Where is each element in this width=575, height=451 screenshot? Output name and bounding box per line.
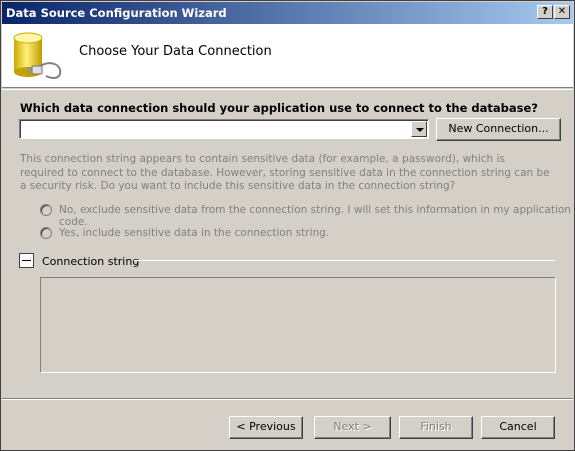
- wizard-header: Choose Your Data Connection: [2, 24, 573, 88]
- chevron-down-icon: [416, 128, 424, 132]
- footer-divider: [2, 398, 573, 400]
- include-sensitive-label: Yes, include sensitive data in the conne…: [59, 227, 330, 239]
- connection-string-label: Connection string: [42, 255, 140, 268]
- window-title: Data Source Configuration Wizard: [6, 6, 227, 20]
- cancel-button-label: Cancel: [499, 420, 537, 433]
- help-button[interactable]: ?: [537, 5, 553, 19]
- minus-icon: [22, 260, 31, 261]
- database-connection-icon: [13, 32, 62, 79]
- cancel-button[interactable]: Cancel: [481, 416, 555, 439]
- title-bar[interactable]: Data Source Configuration Wizard ? ✕: [2, 2, 573, 24]
- wizard-window: Data Source Configuration Wizard ? ✕ Cho…: [0, 0, 575, 451]
- previous-button-label: < Previous: [236, 420, 296, 433]
- next-button[interactable]: Next >: [314, 416, 391, 439]
- collapse-connection-string-button[interactable]: [19, 253, 34, 268]
- connection-string-textbox[interactable]: [40, 277, 556, 373]
- include-sensitive-radio[interactable]: [40, 227, 52, 239]
- data-connection-combobox[interactable]: [19, 119, 429, 139]
- next-button-label: Next >: [333, 420, 372, 433]
- sensitive-data-description: This connection string appears to contai…: [20, 153, 550, 192]
- combobox-dropdown-button[interactable]: [411, 121, 427, 137]
- previous-button[interactable]: < Previous: [229, 416, 303, 439]
- page-title: Choose Your Data Connection: [79, 44, 272, 59]
- finish-button-label: Finish: [420, 420, 452, 433]
- finish-button[interactable]: Finish: [399, 416, 473, 439]
- new-connection-button[interactable]: New Connection...: [436, 118, 561, 141]
- exclude-sensitive-label: No, exclude sensitive data from the conn…: [59, 204, 571, 228]
- exclude-sensitive-radio[interactable]: [40, 204, 52, 216]
- connection-question-label: Which data connection should your applic…: [20, 101, 538, 115]
- combobox-value: [20, 120, 428, 138]
- group-divider: [134, 260, 555, 261]
- header-divider: [2, 89, 573, 90]
- close-button[interactable]: ✕: [554, 5, 570, 19]
